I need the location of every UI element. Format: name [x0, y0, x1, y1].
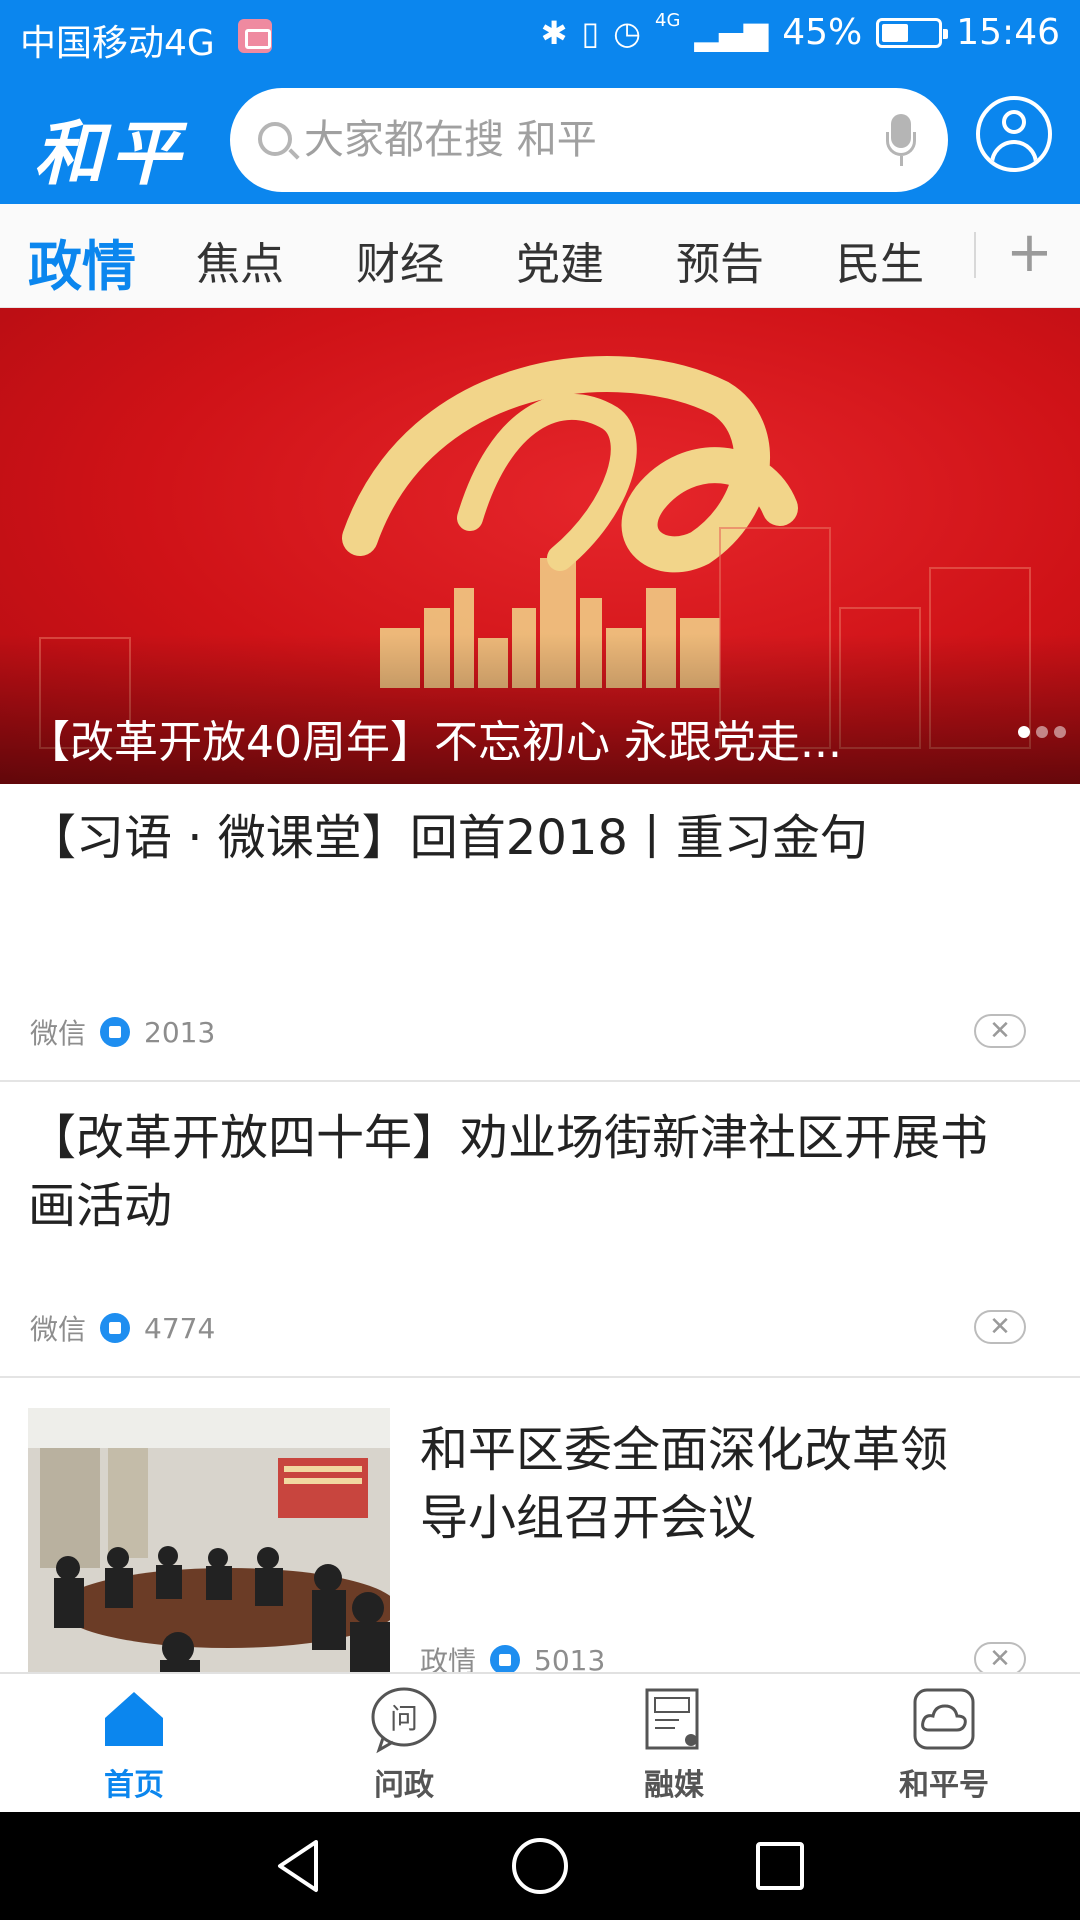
like-count: 2013: [144, 1015, 216, 1049]
tabs-divider: [974, 232, 976, 278]
search-input[interactable]: [304, 110, 864, 170]
chat-question-icon: 问: [369, 1684, 439, 1754]
signal-icon: ▂▄▆: [694, 13, 769, 52]
network-type: 4G: [655, 10, 681, 31]
news-item[interactable]: 【习语 · 微课堂】回首2018丨重习金句 微信 2013 ✕: [0, 784, 1080, 1082]
notification-icon: [238, 19, 272, 53]
add-tab-button[interactable]: +: [1006, 220, 1053, 285]
nav-label: 首页: [104, 1768, 164, 1803]
bottom-navigation: 首页 问 问政 融媒 和平号: [0, 1672, 1080, 1812]
tab-dangjian[interactable]: 党建: [516, 228, 604, 292]
battery-icon: [876, 17, 949, 48]
category-tabs: 政情 焦点 财经 党建 预告 民生 +: [0, 204, 1080, 308]
news-meta: 微信 4774: [30, 1308, 215, 1348]
nav-label: 问政: [374, 1768, 434, 1803]
app-logo: 和平: [34, 112, 186, 195]
news-item[interactable]: 【改革开放四十年】劝业场街新津社区开展书 画活动 微信 4774 ✕: [0, 1082, 1080, 1378]
back-icon[interactable]: [270, 1836, 330, 1896]
news-thumbnail[interactable]: [28, 1408, 390, 1672]
tab-caijing[interactable]: 财经: [356, 228, 444, 292]
like-count: 4774: [144, 1311, 216, 1345]
status-bar: 中国移动4G ✱ ▯ ◷ 4G ▂▄▆ 45% 15:46: [0, 0, 1080, 74]
carrier-label: 中国移动4G: [20, 23, 215, 64]
user-profile-icon[interactable]: [976, 96, 1052, 172]
featured-banner[interactable]: 【改革开放40周年】不忘初心 永跟党走...: [0, 308, 1080, 784]
recent-apps-icon[interactable]: [750, 1836, 810, 1896]
tab-zhengqing[interactable]: 政情: [28, 222, 136, 301]
tab-yugao[interactable]: 预告: [676, 228, 764, 292]
nav-wenzheng[interactable]: 问 问政: [324, 1684, 484, 1804]
tab-minsheng[interactable]: 民生: [836, 228, 924, 292]
media-icon: [639, 1684, 709, 1754]
news-title-line: 画活动: [28, 1178, 173, 1234]
carousel-indicator: [1018, 726, 1066, 738]
bluetooth-icon: ✱: [540, 13, 568, 52]
home-icon: [99, 1684, 169, 1754]
carousel-dot: [1036, 726, 1048, 738]
dismiss-icon[interactable]: ✕: [974, 1014, 1026, 1048]
search-bar[interactable]: [230, 88, 948, 192]
dismiss-icon[interactable]: ✕: [974, 1310, 1026, 1344]
battery-percent: 45%: [782, 12, 863, 53]
nav-label: 融媒: [644, 1768, 704, 1803]
system-navigation-bar: [0, 1812, 1080, 1920]
cloud-icon: [909, 1684, 979, 1754]
news-meta: 微信 2013: [30, 1012, 215, 1052]
news-title-line: 【改革开放四十年】劝业场街新津社区开展书: [28, 1110, 989, 1166]
nav-home[interactable]: 首页: [54, 1684, 214, 1804]
meeting-photo: [28, 1408, 390, 1672]
search-icon: [258, 122, 292, 156]
news-title[interactable]: 【习语 · 微课堂】回首2018丨重习金句: [28, 804, 868, 872]
banner-caption: 【改革开放40周年】不忘初心 永跟党走...: [26, 717, 842, 768]
vibrate-icon: ▯: [581, 13, 600, 52]
news-title-line: 导小组召开会议: [420, 1490, 757, 1546]
news-title-line: 和平区委全面深化改革领: [420, 1422, 949, 1478]
carousel-dot: [1054, 726, 1066, 738]
nav-hepinghao[interactable]: 和平号: [864, 1684, 1024, 1804]
nav-rongmei[interactable]: 融媒: [594, 1684, 754, 1804]
thumbs-up-icon: [490, 1645, 521, 1675]
svg-text:问: 问: [390, 1702, 418, 1735]
clock: 15:46: [956, 12, 1060, 53]
status-icons: ✱ ▯ ◷ 4G ▂▄▆ 45% 15:46: [540, 10, 1060, 53]
tab-jiaodian[interactable]: 焦点: [196, 228, 284, 292]
news-title[interactable]: 【改革开放四十年】劝业场街新津社区开展书 画活动: [28, 1104, 988, 1240]
thumbs-up-icon: [100, 1313, 131, 1343]
nav-label: 和平号: [899, 1768, 989, 1803]
alarm-icon: ◷: [613, 13, 641, 52]
app-header: 和平: [0, 74, 1080, 204]
microphone-icon[interactable]: [886, 114, 916, 166]
thumbs-up-icon: [100, 1017, 131, 1047]
dismiss-icon[interactable]: ✕: [974, 1642, 1026, 1676]
carousel-dot: [1018, 726, 1030, 738]
home-button-icon[interactable]: [510, 1836, 570, 1896]
news-title[interactable]: 和平区委全面深化改革领 导小组召开会议: [420, 1416, 1040, 1552]
news-source: 微信: [30, 1017, 87, 1050]
news-source: 微信: [30, 1313, 87, 1346]
